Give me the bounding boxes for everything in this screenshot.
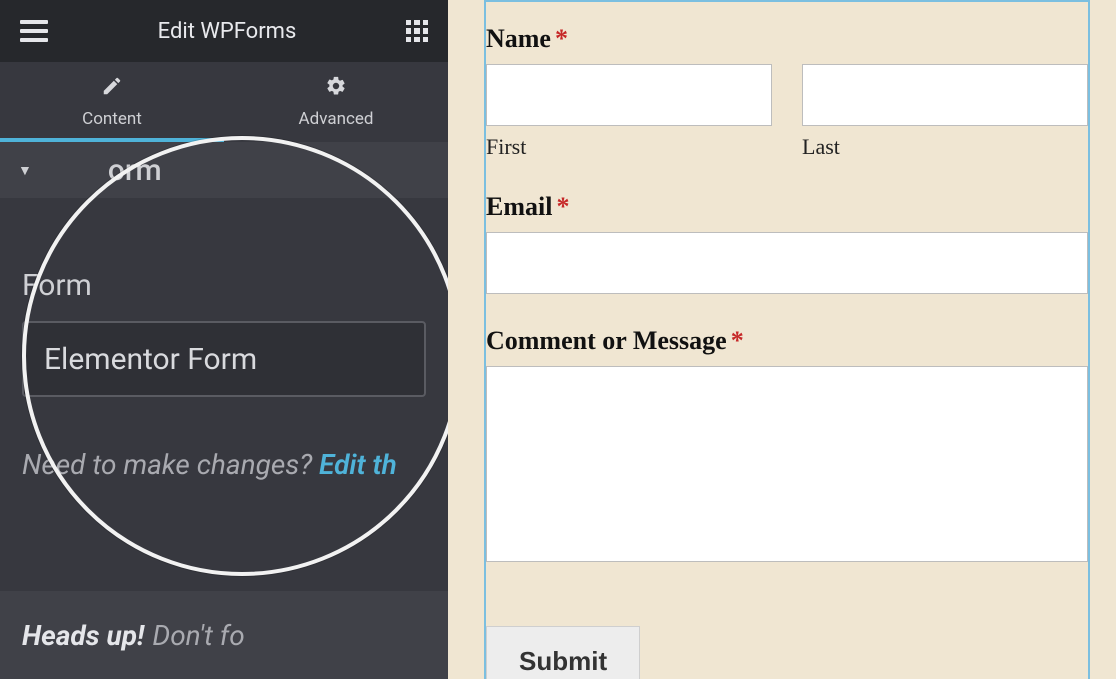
form-container[interactable]: Name* First Last Email* Comment or bbox=[484, 0, 1090, 679]
email-input[interactable] bbox=[486, 232, 1088, 294]
name-label-text: Name bbox=[486, 24, 551, 53]
comment-label: Comment or Message* bbox=[486, 326, 1088, 356]
email-label: Email* bbox=[486, 192, 1088, 222]
last-sublabel: Last bbox=[802, 134, 1088, 160]
submit-button[interactable]: Submit bbox=[486, 626, 640, 679]
hint-prefix: Need to make changes? bbox=[22, 448, 319, 481]
email-label-text: Email bbox=[486, 192, 552, 221]
last-name-input[interactable] bbox=[802, 64, 1088, 126]
required-marker: * bbox=[555, 24, 568, 53]
heads-up-rest: Don't fo bbox=[152, 619, 244, 652]
tab-advanced[interactable]: Advanced bbox=[224, 62, 448, 142]
name-label: Name* bbox=[486, 24, 1088, 54]
gear-icon bbox=[325, 75, 347, 103]
section-title: orm bbox=[108, 153, 162, 188]
first-name-input[interactable] bbox=[486, 64, 772, 126]
tab-content-label: Content bbox=[82, 109, 142, 129]
form-select[interactable]: Elementor Form bbox=[22, 321, 426, 397]
required-marker: * bbox=[556, 192, 569, 221]
first-sublabel: First bbox=[486, 134, 772, 160]
tab-advanced-label: Advanced bbox=[299, 109, 374, 129]
tab-content[interactable]: Content bbox=[0, 62, 224, 142]
field-comment: Comment or Message* bbox=[486, 326, 1088, 566]
heads-up-strong: Heads up! bbox=[22, 619, 144, 652]
form-select-value: Elementor Form bbox=[44, 342, 257, 377]
edit-form-hint: Need to make changes? Edit th bbox=[22, 445, 426, 484]
control-form-label: Form bbox=[22, 268, 426, 303]
comment-textarea[interactable] bbox=[486, 366, 1088, 562]
heads-up-notice: Heads up! Don't fo bbox=[0, 591, 448, 679]
chevron-down-icon: ▼ bbox=[18, 162, 32, 179]
panel-tabs: Content Advanced bbox=[0, 62, 448, 142]
form-preview: Name* First Last Email* Comment or bbox=[448, 0, 1116, 679]
panel-body: Form Elementor Form Need to make changes… bbox=[0, 198, 448, 484]
comment-label-text: Comment or Message bbox=[486, 326, 727, 355]
section-form-header[interactable]: ▼ orm bbox=[0, 142, 448, 198]
edit-form-link[interactable]: Edit th bbox=[319, 448, 397, 481]
pencil-icon bbox=[101, 75, 123, 103]
field-email: Email* bbox=[486, 192, 1088, 294]
elementor-sidebar: Edit WPForms Content Advanced ▼ orm Form… bbox=[0, 0, 448, 679]
hamburger-menu-icon[interactable] bbox=[20, 20, 48, 42]
required-marker: * bbox=[731, 326, 744, 355]
widgets-grid-icon[interactable] bbox=[406, 20, 428, 42]
field-name: Name* First Last bbox=[486, 24, 1088, 160]
panel-title: Edit WPForms bbox=[158, 19, 297, 44]
sidebar-topbar: Edit WPForms bbox=[0, 0, 448, 62]
